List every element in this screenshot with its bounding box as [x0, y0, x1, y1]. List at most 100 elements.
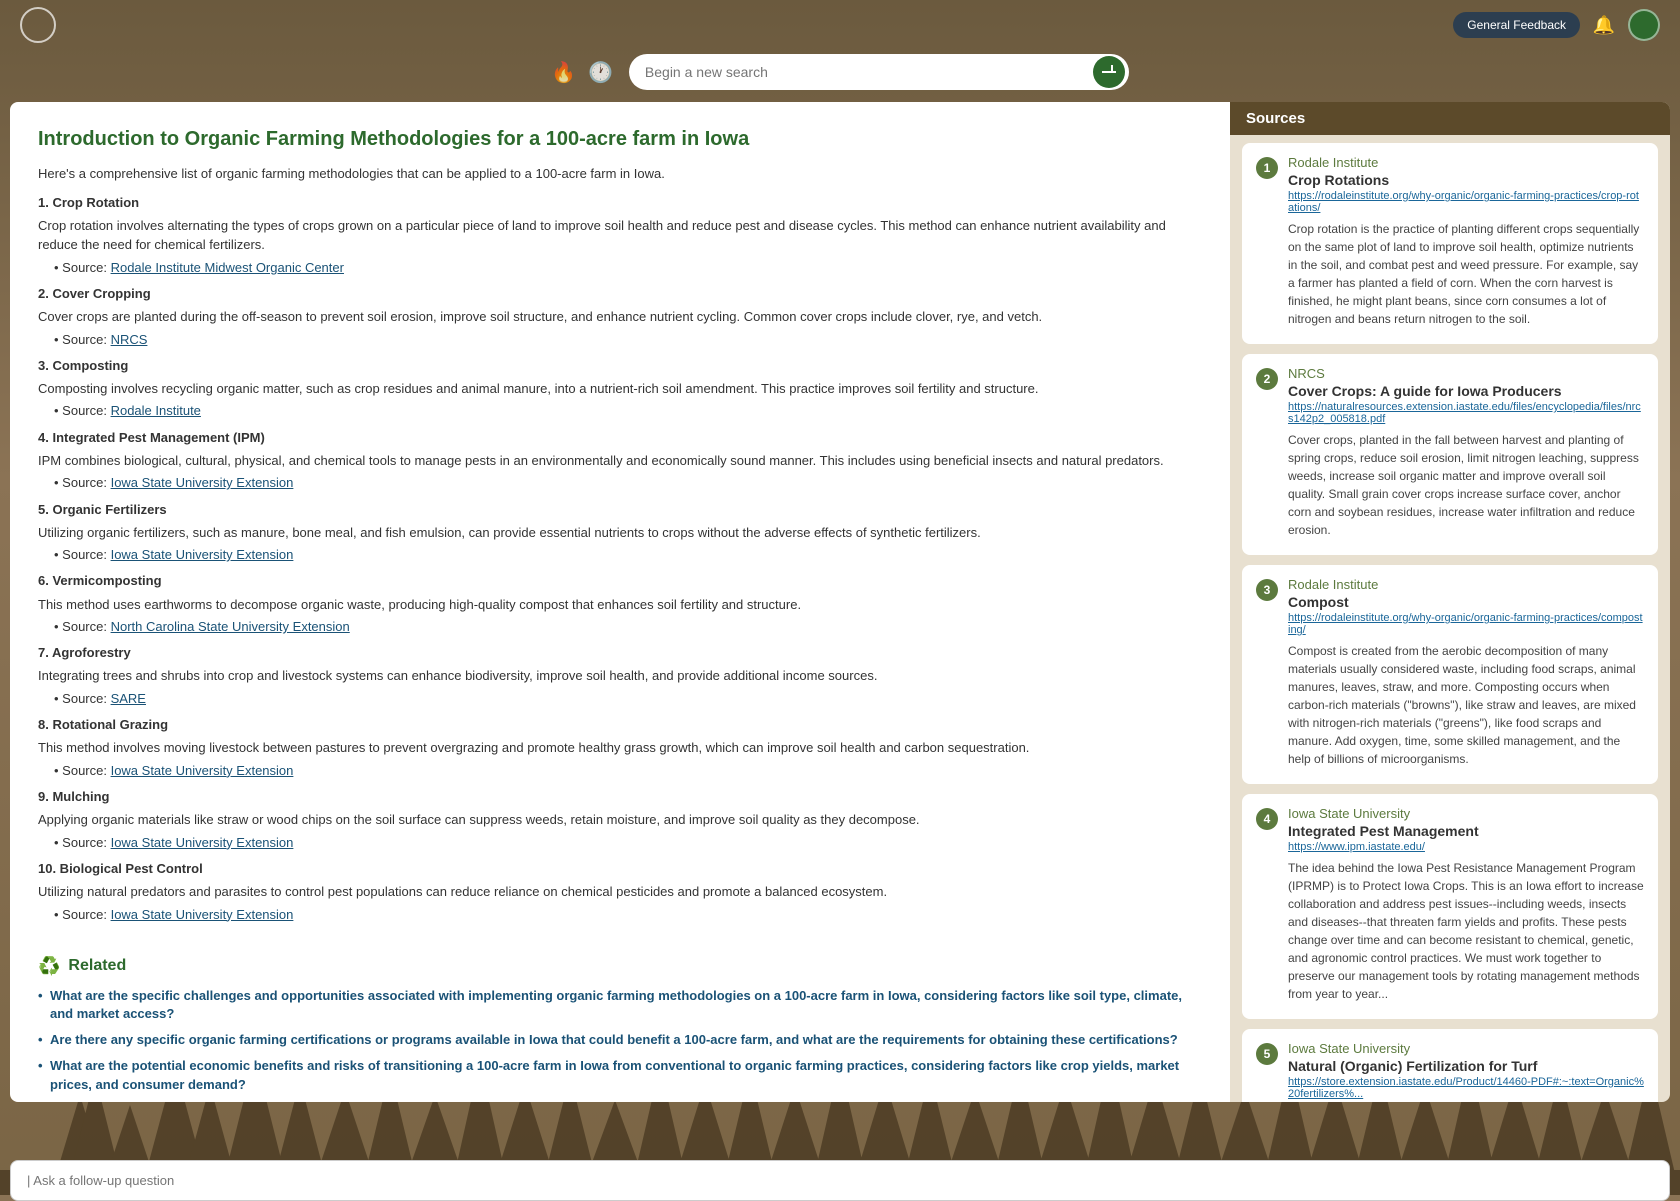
source-card-1-body: Rodale Institute Crop Rotations https://…	[1288, 155, 1644, 328]
source-number-4: 4	[1256, 808, 1278, 830]
section-7-body: Integrating trees and shrubs into crop a…	[38, 666, 1202, 686]
source-url-1[interactable]: https://rodaleinstitute.org/why-organic/…	[1288, 190, 1644, 214]
section-1-body: Crop rotation involves alternating the t…	[38, 216, 1202, 255]
left-panel: Introduction to Organic Farming Methodol…	[10, 102, 1230, 1102]
section-4: 4. Integrated Pest Management (IPM) IPM …	[38, 429, 1202, 493]
section-4-heading: 4. Integrated Pest Management (IPM)	[38, 429, 1202, 447]
source-number-2: 2	[1256, 368, 1278, 390]
section-6-source: • Source: North Carolina State Universit…	[54, 618, 1202, 636]
search-bar-container: 🔥 🕐	[0, 50, 1680, 102]
source-url-5[interactable]: https://store.extension.iastate.edu/Prod…	[1288, 1076, 1644, 1100]
general-feedback-button[interactable]: General Feedback	[1453, 12, 1580, 38]
source-card-5-header: 5 Iowa State University Natural (Organic…	[1256, 1041, 1644, 1102]
section-6-heading: 6. Vermicomposting	[38, 572, 1202, 590]
section-2-source: • Source: NRCS	[54, 331, 1202, 349]
section-7: 7. Agroforestry Integrating trees and sh…	[38, 644, 1202, 708]
source-4-link[interactable]: Iowa State University Extension	[111, 475, 294, 490]
source-9-link[interactable]: Iowa State University Extension	[111, 835, 294, 850]
source-desc-3: Compost is created from the aerobic deco…	[1288, 642, 1644, 768]
section-6-body: This method uses earthworms to decompose…	[38, 595, 1202, 615]
source-card-1-header: 1 Rodale Institute Crop Rotations https:…	[1256, 155, 1644, 328]
related-item-3[interactable]: What are the potential economic benefits…	[38, 1057, 1202, 1093]
sources-title: Sources	[1246, 110, 1305, 127]
section-3: 3. Composting Composting involves recycl…	[38, 357, 1202, 421]
top-bar: General Feedback 🔔	[0, 0, 1680, 50]
search-icons: 🔥 🕐	[551, 60, 613, 85]
source-8-link[interactable]: Iowa State University Extension	[111, 763, 294, 778]
section-1-heading: 1. Crop Rotation	[38, 194, 1202, 212]
source-card-3-header: 3 Rodale Institute Compost https://rodal…	[1256, 577, 1644, 768]
section-7-source: • Source: SARE	[54, 690, 1202, 708]
section-10-heading: 10. Biological Pest Control	[38, 860, 1202, 878]
source-1-link[interactable]: Rodale Institute Midwest Organic Center	[111, 260, 344, 275]
source-org-3: Rodale Institute	[1288, 577, 1644, 592]
source-doc-title-4: Integrated Pest Management	[1288, 823, 1644, 839]
related-item-1[interactable]: What are the specific challenges and opp…	[38, 987, 1202, 1023]
section-8-source: • Source: Iowa State University Extensio…	[54, 762, 1202, 780]
top-bar-right: General Feedback 🔔	[1453, 9, 1660, 41]
section-8-body: This method involves moving livestock be…	[38, 738, 1202, 758]
source-card-4-body: Iowa State University Integrated Pest Ma…	[1288, 806, 1644, 1003]
related-icon: ♻️	[38, 956, 60, 977]
source-7-link[interactable]: SARE	[111, 691, 146, 706]
section-9-body: Applying organic materials like straw or…	[38, 810, 1202, 830]
related-list: What are the specific challenges and opp…	[38, 987, 1202, 1094]
right-panel: Sources 1 Rodale Institute Crop Rotation…	[1230, 102, 1670, 1102]
source-card-3: 3 Rodale Institute Compost https://rodal…	[1242, 565, 1658, 784]
source-card-3-body: Rodale Institute Compost https://rodalei…	[1288, 577, 1644, 768]
article-intro: Here's a comprehensive list of organic f…	[38, 164, 1202, 184]
flame-icon[interactable]: 🔥	[551, 60, 576, 85]
search-submit-button[interactable]	[1093, 56, 1125, 88]
source-doc-title-1: Crop Rotations	[1288, 172, 1644, 188]
section-5-heading: 5. Organic Fertilizers	[38, 501, 1202, 519]
source-card-4: 4 Iowa State University Integrated Pest …	[1242, 794, 1658, 1019]
source-3-link[interactable]: Rodale Institute	[111, 403, 201, 418]
source-doc-title-5: Natural (Organic) Fertilization for Turf	[1288, 1058, 1644, 1074]
source-url-4[interactable]: https://www.ipm.iastate.edu/	[1288, 841, 1644, 853]
section-4-body: IPM combines biological, cultural, physi…	[38, 451, 1202, 471]
source-5-link[interactable]: Iowa State University Extension	[111, 547, 294, 562]
source-url-3[interactable]: https://rodaleinstitute.org/why-organic/…	[1288, 612, 1644, 636]
user-avatar[interactable]	[1628, 9, 1660, 41]
source-card-2-body: NRCS Cover Crops: A guide for Iowa Produ…	[1288, 366, 1644, 539]
section-4-source: • Source: Iowa State University Extensio…	[54, 474, 1202, 492]
source-desc-4: The idea behind the Iowa Pest Resistance…	[1288, 859, 1644, 1003]
source-number-1: 1	[1256, 157, 1278, 179]
section-2-body: Cover crops are planted during the off-s…	[38, 307, 1202, 327]
source-2-link[interactable]: NRCS	[111, 332, 148, 347]
source-doc-title-3: Compost	[1288, 594, 1644, 610]
source-desc-2: Cover crops, planted in the fall between…	[1288, 431, 1644, 539]
section-3-body: Composting involves recycling organic ma…	[38, 379, 1202, 399]
source-org-1: Rodale Institute	[1288, 155, 1644, 170]
section-6: 6. Vermicomposting This method uses eart…	[38, 572, 1202, 636]
source-6-link[interactable]: North Carolina State University Extensio…	[111, 619, 350, 634]
section-5-body: Utilizing organic fertilizers, such as m…	[38, 523, 1202, 543]
section-10: 10. Biological Pest Control Utilizing na…	[38, 860, 1202, 924]
sources-header: Sources	[1230, 102, 1670, 135]
logo	[20, 7, 56, 43]
source-card-1: 1 Rodale Institute Crop Rotations https:…	[1242, 143, 1658, 344]
search-input[interactable]	[629, 54, 1129, 90]
section-10-source: • Source: Iowa State University Extensio…	[54, 906, 1202, 924]
related-title: ♻️ Related	[38, 956, 1202, 977]
section-9: 9. Mulching Applying organic materials l…	[38, 788, 1202, 852]
source-card-4-header: 4 Iowa State University Integrated Pest …	[1256, 806, 1644, 1003]
section-5-source: • Source: Iowa State University Extensio…	[54, 546, 1202, 564]
source-number-5: 5	[1256, 1043, 1278, 1065]
section-7-heading: 7. Agroforestry	[38, 644, 1202, 662]
source-org-4: Iowa State University	[1288, 806, 1644, 821]
section-2-heading: 2. Cover Cropping	[38, 285, 1202, 303]
section-1-source: • Source: Rodale Institute Midwest Organ…	[54, 259, 1202, 277]
section-8: 8. Rotational Grazing This method involv…	[38, 716, 1202, 780]
related-label: Related	[68, 957, 126, 975]
source-url-2[interactable]: https://naturalresources.extension.iasta…	[1288, 401, 1644, 425]
source-10-link[interactable]: Iowa State University Extension	[111, 907, 294, 922]
main-content: Introduction to Organic Farming Methodol…	[10, 102, 1670, 1152]
related-item-2[interactable]: Are there any specific organic farming c…	[38, 1031, 1202, 1049]
history-icon[interactable]: 🕐	[588, 60, 613, 85]
source-card-2-header: 2 NRCS Cover Crops: A guide for Iowa Pro…	[1256, 366, 1644, 539]
source-card-5-body: Iowa State University Natural (Organic) …	[1288, 1041, 1644, 1102]
top-bar-left	[20, 7, 56, 43]
section-2: 2. Cover Cropping Cover crops are plante…	[38, 285, 1202, 349]
notification-icon[interactable]: 🔔	[1590, 11, 1618, 39]
